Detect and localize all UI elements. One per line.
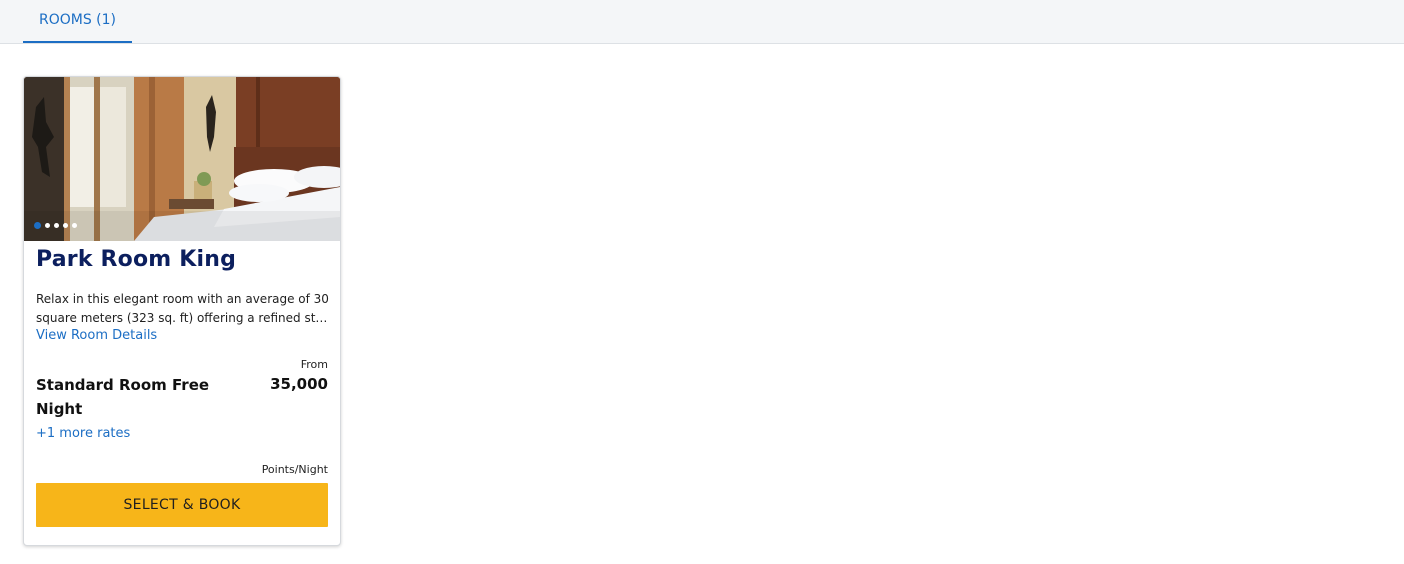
- room-title: Park Room King: [36, 247, 237, 272]
- more-rates-link[interactable]: +1 more rates: [36, 426, 130, 441]
- rate-name: Standard Room Free Night: [36, 376, 210, 418]
- carousel-dot-4[interactable]: [63, 223, 68, 228]
- carousel-dot-1[interactable]: [34, 222, 41, 229]
- room-card: Park Room King Relax in this elegant roo…: [23, 76, 341, 546]
- carousel-dot-2[interactable]: [45, 223, 50, 228]
- room-description: Relax in this elegant room with an avera…: [36, 292, 330, 325]
- carousel-dot-3[interactable]: [54, 223, 59, 228]
- carousel-dot-5[interactable]: [72, 223, 77, 228]
- room-photo-illustration: [24, 77, 340, 241]
- tab-bar: ROOMS (1): [0, 0, 1404, 44]
- select-and-book-button[interactable]: SELECT & BOOK: [36, 483, 328, 527]
- tab-rooms[interactable]: ROOMS (1): [23, 0, 132, 43]
- view-room-details-link[interactable]: View Room Details: [36, 328, 157, 343]
- carousel-dots: [34, 222, 77, 229]
- price-points: 35,000: [270, 375, 328, 393]
- price-unit-label: Points/Night: [261, 463, 328, 476]
- price-from-label: From: [300, 358, 328, 371]
- room-photo[interactable]: [24, 77, 340, 241]
